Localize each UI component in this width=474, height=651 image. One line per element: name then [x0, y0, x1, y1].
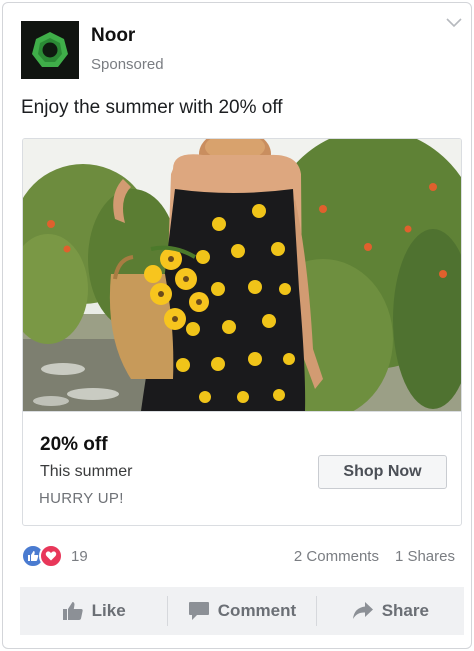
share-button[interactable]: Share [317, 587, 464, 635]
engagement-stats: 2 Comments 1 Shares [294, 548, 455, 565]
reaction-count: 19 [71, 547, 88, 565]
ad-creative[interactable]: 20% off This summer HURRY UP! Shop Now [22, 138, 462, 526]
post-message: Enjoy the summer with 20% off [21, 97, 283, 118]
comment-button[interactable]: Comment [168, 587, 315, 635]
brand-logo-icon [32, 32, 68, 67]
share-label: Share [381, 601, 429, 620]
ad-urgency-text: HURRY UP! [39, 490, 124, 507]
chevron-down-icon[interactable] [445, 17, 463, 29]
page-avatar[interactable] [21, 21, 79, 79]
love-reaction-icon [39, 544, 63, 568]
ad-headline[interactable]: 20% off [40, 434, 108, 456]
post-action-bar: Like Comment Share [20, 587, 464, 635]
like-label: Like [91, 601, 126, 620]
comments-count-link[interactable]: 2 Comments [294, 548, 379, 565]
comment-label: Comment [217, 601, 297, 620]
shop-now-button[interactable]: Shop Now [318, 455, 447, 489]
shares-count-link[interactable]: 1 Shares [395, 548, 455, 565]
comment-icon [188, 602, 209, 620]
ad-divider [23, 411, 461, 412]
share-icon [352, 602, 373, 619]
thumbs-up-icon [62, 602, 83, 620]
sponsored-post-card: Noor Sponsored Enjoy the summer with 20%… [2, 2, 472, 649]
ad-description: This summer [40, 463, 133, 480]
sponsored-label: Sponsored [91, 56, 164, 73]
like-button[interactable]: Like [20, 587, 167, 635]
reactions-summary[interactable]: 19 [21, 544, 88, 568]
ad-image[interactable] [23, 139, 461, 411]
page-name-link[interactable]: Noor [91, 25, 135, 47]
